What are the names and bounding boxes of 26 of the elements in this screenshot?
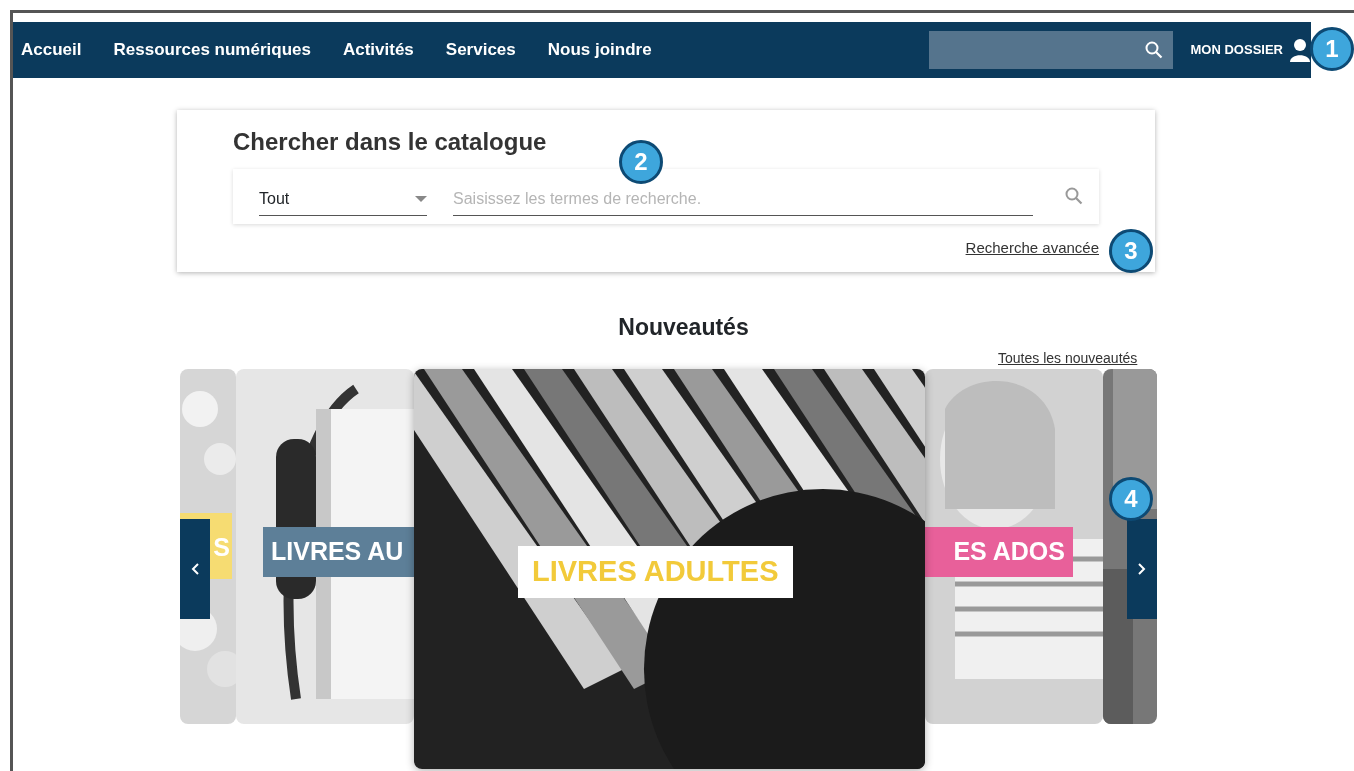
nav-link[interactable]: Services (429, 37, 532, 63)
all-new-items-link[interactable]: Toutes les nouveautés (998, 348, 1138, 370)
caret-icon (415, 195, 427, 202)
chevron-left-icon (191, 563, 199, 576)
category-label: ES ADOS (925, 527, 1073, 577)
advanced-search-link[interactable]: Recherche avancée (965, 238, 1099, 256)
search-icon (1065, 187, 1083, 206)
category-label: LIVRES AU (263, 527, 414, 577)
chevron-right-icon (1138, 563, 1146, 576)
nav-link[interactable]: Activités (326, 37, 430, 63)
user-icon (1289, 38, 1311, 62)
section-title: Nouveautés (617, 312, 750, 342)
nav-link[interactable]: Nous joindre (531, 37, 668, 63)
search-title: Chercher dans le catalogue (233, 128, 548, 157)
search-field[interactable] (928, 31, 1173, 69)
next-button[interactable] (1127, 519, 1157, 620)
step-marker: 3 (1109, 229, 1153, 273)
account-link[interactable]: MON DOSSIER (1190, 40, 1283, 60)
nav-link[interactable]: Ressources numériques (97, 37, 327, 63)
scope-dropdown[interactable]: Tout (259, 176, 427, 216)
category-label: LIVRES ADULTES (518, 546, 793, 598)
previous-button[interactable] (180, 519, 210, 620)
search-icon (1144, 41, 1163, 59)
step-marker: 1 (1310, 27, 1354, 71)
nav-link[interactable]: Accueil (13, 37, 98, 63)
step-marker: 2 (619, 140, 663, 184)
